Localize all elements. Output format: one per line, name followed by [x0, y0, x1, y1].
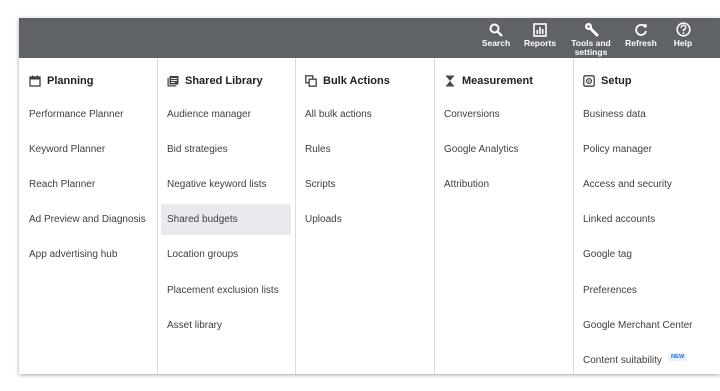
column-title: Shared Library — [185, 75, 263, 87]
content-suitability-label: Content suitability — [583, 355, 662, 366]
setup-icon — [583, 75, 595, 87]
menu-item-audience-manager[interactable]: Audience manager — [161, 99, 291, 130]
reports-button[interactable]: Reports — [522, 20, 558, 48]
tools-and-settings-button[interactable]: Tools and settings — [567, 20, 615, 57]
menu-item-reach-planner[interactable]: Reach Planner — [23, 169, 153, 200]
menu-item-policy-manager[interactable]: Policy manager — [577, 134, 716, 165]
search-label: Search — [481, 38, 511, 48]
menu-item-ad-preview[interactable]: Ad Preview and Diagnosis — [23, 204, 153, 235]
menu-item-negative-keyword-lists[interactable]: Negative keyword lists — [161, 169, 291, 200]
menu-item-asset-library[interactable]: Asset library — [161, 310, 291, 341]
column-bulk-actions: Bulk Actions All bulk actions Rules Scri… — [295, 58, 435, 374]
menu-item-shared-budgets[interactable]: Shared budgets — [161, 204, 291, 235]
column-header-shared-library: Shared Library — [167, 74, 263, 88]
library-icon — [167, 75, 179, 87]
menu-item-access-and-security[interactable]: Access and security — [577, 169, 716, 200]
menu-item-scripts[interactable]: Scripts — [299, 169, 430, 200]
column-planning: Planning Performance Planner Keyword Pla… — [19, 58, 158, 374]
menu-item-preferences[interactable]: Preferences — [577, 275, 716, 306]
column-header-setup: Setup — [583, 74, 632, 88]
refresh-icon — [623, 20, 659, 39]
menu-item-performance-planner[interactable]: Performance Planner — [23, 99, 153, 130]
column-header-bulk-actions: Bulk Actions — [305, 74, 390, 88]
column-shared-library: Shared Library Audience manager Bid stra… — [157, 58, 296, 374]
top-toolbar: Search Reports Tools and settings Refres… — [19, 18, 720, 58]
menu-item-linked-accounts[interactable]: Linked accounts — [577, 204, 716, 235]
column-header-measurement: Measurement — [444, 74, 533, 88]
search-button[interactable]: Search — [480, 20, 512, 48]
tools-label-line2: settings — [574, 47, 608, 57]
wrench-icon — [567, 20, 615, 39]
menu-item-keyword-planner[interactable]: Keyword Planner — [23, 134, 153, 165]
menu-item-google-analytics[interactable]: Google Analytics — [438, 134, 569, 165]
column-header-planning: Planning — [29, 74, 93, 88]
menu-columns: Planning Performance Planner Keyword Pla… — [19, 58, 720, 374]
search-icon — [480, 20, 512, 39]
column-title: Setup — [601, 75, 632, 87]
reports-icon — [522, 20, 558, 39]
menu-item-bid-strategies[interactable]: Bid strategies — [161, 134, 291, 165]
menu-item-google-merchant-center[interactable]: Google Merchant Center — [577, 310, 716, 341]
column-measurement: Measurement Conversions Google Analytics… — [434, 58, 574, 374]
hourglass-icon — [444, 75, 456, 87]
menu-item-all-bulk-actions[interactable]: All bulk actions — [299, 99, 430, 130]
menu-item-google-tag[interactable]: Google tag — [577, 239, 716, 270]
column-setup: Setup Business data Policy manager Acces… — [573, 58, 720, 374]
menu-item-conversions[interactable]: Conversions — [438, 99, 569, 130]
column-title: Bulk Actions — [323, 75, 390, 87]
calendar-icon — [29, 75, 41, 87]
column-title: Planning — [47, 75, 94, 87]
menu-item-attribution[interactable]: Attribution — [438, 169, 569, 200]
menu-item-business-data[interactable]: Business data — [577, 99, 716, 130]
column-title: Measurement — [462, 75, 533, 87]
help-label: Help — [673, 38, 693, 48]
menu-item-uploads[interactable]: Uploads — [299, 204, 430, 235]
refresh-button[interactable]: Refresh — [623, 20, 659, 48]
menu-item-placement-exclusion-lists[interactable]: Placement exclusion lists — [161, 275, 291, 306]
new-badge: NEW — [667, 353, 688, 361]
copy-icon — [305, 75, 317, 87]
menu-item-location-groups[interactable]: Location groups — [161, 239, 291, 270]
help-icon — [669, 20, 697, 39]
reports-label: Reports — [523, 38, 557, 48]
help-button[interactable]: Help — [669, 20, 697, 48]
refresh-label: Refresh — [625, 38, 657, 48]
tools-menu-panel: Search Reports Tools and settings Refres… — [19, 18, 720, 374]
menu-item-app-advertising-hub[interactable]: App advertising hub — [23, 239, 153, 270]
menu-item-rules[interactable]: Rules — [299, 134, 430, 165]
menu-item-content-suitability[interactable]: Content suitability NEW — [577, 345, 716, 374]
